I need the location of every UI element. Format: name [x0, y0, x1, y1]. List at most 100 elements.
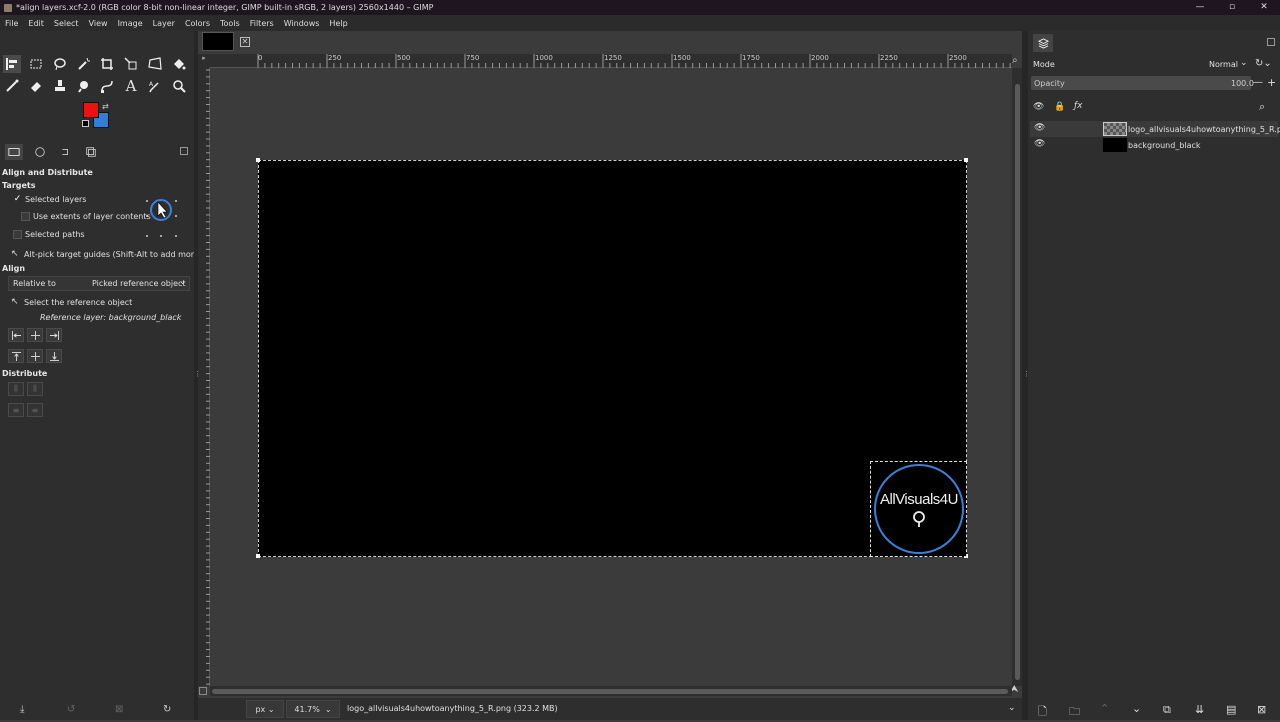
- restore-options-icon[interactable]: ↺: [67, 704, 75, 715]
- merge-layer-icon[interactable]: ⇊: [1195, 703, 1204, 716]
- distribute-hcenter-icon[interactable]: ⫼: [27, 382, 43, 396]
- opacity-decrease-icon[interactable]: —: [1253, 77, 1263, 88]
- menu-colors[interactable]: Colors: [180, 19, 215, 28]
- lasso-icon[interactable]: [51, 55, 69, 73]
- effects-header-icon[interactable]: ƒx: [1074, 101, 1083, 111]
- horizontal-scrollbar[interactable]: [210, 686, 1012, 696]
- layer-name[interactable]: logo_allvisuals4uhowtoanything_5_R.png: [1128, 125, 1280, 134]
- perspective-icon[interactable]: [146, 55, 164, 73]
- configure-tab-icon[interactable]: [180, 147, 188, 155]
- paths-icon[interactable]: [98, 77, 116, 95]
- new-layer-icon[interactable]: 🗋: [1038, 703, 1047, 722]
- save-options-icon[interactable]: ⤓: [20, 704, 24, 715]
- relative-to-label: Relative to: [13, 279, 56, 288]
- unified-transform-icon[interactable]: [122, 55, 140, 73]
- eraser-icon[interactable]: [27, 77, 45, 95]
- close-image-tab-icon[interactable]: ✕: [240, 37, 250, 47]
- reset-options-icon[interactable]: ↻: [163, 704, 171, 715]
- menu-view[interactable]: View: [84, 19, 113, 28]
- menu-filters[interactable]: Filters: [245, 19, 279, 28]
- menu-file[interactable]: File: [0, 19, 23, 28]
- layer-mask-icon[interactable]: ▤: [1226, 703, 1236, 716]
- align-top-icon[interactable]: [8, 349, 24, 363]
- distribute-vcenter-icon[interactable]: ≡: [27, 403, 43, 417]
- crop-icon[interactable]: [98, 55, 116, 73]
- relative-to-value[interactable]: Picked reference object: [92, 279, 186, 288]
- new-layer-group-icon[interactable]: 🗀: [1069, 703, 1080, 722]
- align-left-icon[interactable]: [8, 328, 24, 342]
- swap-colors-icon[interactable]: ⇄: [102, 102, 109, 111]
- menu-layer[interactable]: Layer: [148, 19, 180, 28]
- align-hcenter-icon[interactable]: [27, 328, 43, 342]
- quick-mask-icon[interactable]: ▸: [198, 54, 210, 68]
- close-button[interactable]: ✕: [1248, 0, 1280, 15]
- menu-image[interactable]: Image: [113, 19, 148, 28]
- opacity-value[interactable]: 100.0: [1231, 79, 1254, 88]
- lower-layer-icon[interactable]: ⌄: [1132, 702, 1141, 715]
- image-tab-thumbnail[interactable]: [202, 32, 234, 51]
- chevron-down-icon[interactable]: ⌄: [179, 277, 187, 287]
- align-vcenter-icon[interactable]: [27, 349, 43, 363]
- maximize-button[interactable]: ▫: [1216, 0, 1248, 15]
- eye-icon[interactable]: 👁: [1034, 123, 1045, 133]
- search-icon[interactable]: ⌕: [1259, 100, 1265, 114]
- distribute-horizontal-icon[interactable]: ⫼: [8, 382, 24, 396]
- mode-chevron-icon[interactable]: ⌄: [1240, 58, 1248, 68]
- select-reference-label: Select the reference object: [24, 298, 133, 307]
- paintbrush-icon[interactable]: [3, 77, 21, 95]
- fuzzy-select-icon[interactable]: [75, 55, 93, 73]
- minimize-button[interactable]: —: [1184, 0, 1216, 15]
- vertical-scroll-thumb[interactable]: [1015, 84, 1020, 680]
- status-menu-icon[interactable]: ⌄: [1008, 703, 1016, 713]
- raise-layer-icon[interactable]: ⌃: [1100, 702, 1109, 715]
- foreground-color-swatch[interactable]: [83, 102, 99, 118]
- mode-value[interactable]: Normal: [1209, 60, 1238, 69]
- menu-windows[interactable]: Windows: [279, 19, 325, 28]
- eye-icon[interactable]: 👁: [1034, 139, 1045, 149]
- undo-history-tab-icon[interactable]: [56, 144, 74, 160]
- selected-paths-checkbox[interactable]: [13, 230, 22, 239]
- configure-layers-tab-icon[interactable]: [1267, 38, 1275, 46]
- visibility-header-icon[interactable]: 👁: [1033, 102, 1044, 112]
- unit-select[interactable]: px ⌄: [246, 700, 284, 718]
- duplicate-layer-icon[interactable]: ⧉: [1163, 703, 1171, 717]
- distribute-vertical-icon[interactable]: ≡: [8, 403, 24, 417]
- layer-name[interactable]: background_black: [1128, 141, 1201, 150]
- selected-layers-checkbox[interactable]: ✓: [13, 195, 22, 204]
- opacity-increase-icon[interactable]: +: [1267, 76, 1276, 89]
- color-picker-icon[interactable]: A: [146, 77, 164, 95]
- zoom-select[interactable]: 41.7% ⌄: [286, 700, 340, 718]
- menu-edit[interactable]: Edit: [23, 19, 49, 28]
- vertical-scrollbar[interactable]: [1012, 68, 1022, 686]
- toggle-quick-mask-icon[interactable]: [199, 687, 207, 695]
- tool-options-tab-icon[interactable]: [5, 144, 23, 160]
- delete-layer-icon[interactable]: ⊠: [1257, 703, 1266, 716]
- bucket-fill-icon[interactable]: [170, 55, 188, 73]
- use-extents-checkbox[interactable]: [21, 212, 30, 221]
- layer-row[interactable]: 👁 background_black: [1030, 137, 1278, 153]
- align-tool-icon[interactable]: [3, 55, 21, 73]
- zoom-canvas-icon[interactable]: ⌕: [1012, 55, 1018, 66]
- target-picker[interactable]: [146, 196, 178, 242]
- mode-reset-icon[interactable]: ↻⌄: [1255, 58, 1272, 69]
- device-status-tab-icon[interactable]: [31, 144, 49, 160]
- rect-select-icon[interactable]: [27, 55, 45, 73]
- align-bottom-icon[interactable]: [46, 349, 62, 363]
- layer-row[interactable]: 👁 logo_allvisuals4uhowtoanything_5_R.png: [1030, 121, 1280, 137]
- menu-help[interactable]: Help: [324, 19, 352, 28]
- align-right-icon[interactable]: [46, 328, 62, 342]
- delete-options-icon[interactable]: ⊠: [115, 704, 123, 715]
- image-canvas[interactable]: [258, 160, 967, 557]
- menu-tools[interactable]: Tools: [215, 19, 245, 28]
- lock-header-icon[interactable]: 🔒: [1054, 102, 1065, 112]
- text-tool-icon[interactable]: A: [122, 77, 140, 95]
- layers-tab-icon[interactable]: [1033, 34, 1053, 52]
- default-colors-icon[interactable]: [82, 120, 89, 127]
- images-tab-icon[interactable]: [82, 144, 100, 160]
- panel-title: Align and Distribute: [2, 168, 93, 177]
- zoom-icon[interactable]: [170, 77, 188, 95]
- horizontal-scroll-thumb[interactable]: [212, 689, 1008, 694]
- menu-select[interactable]: Select: [49, 19, 84, 28]
- clone-icon[interactable]: [51, 77, 69, 95]
- smudge-icon[interactable]: [75, 77, 93, 95]
